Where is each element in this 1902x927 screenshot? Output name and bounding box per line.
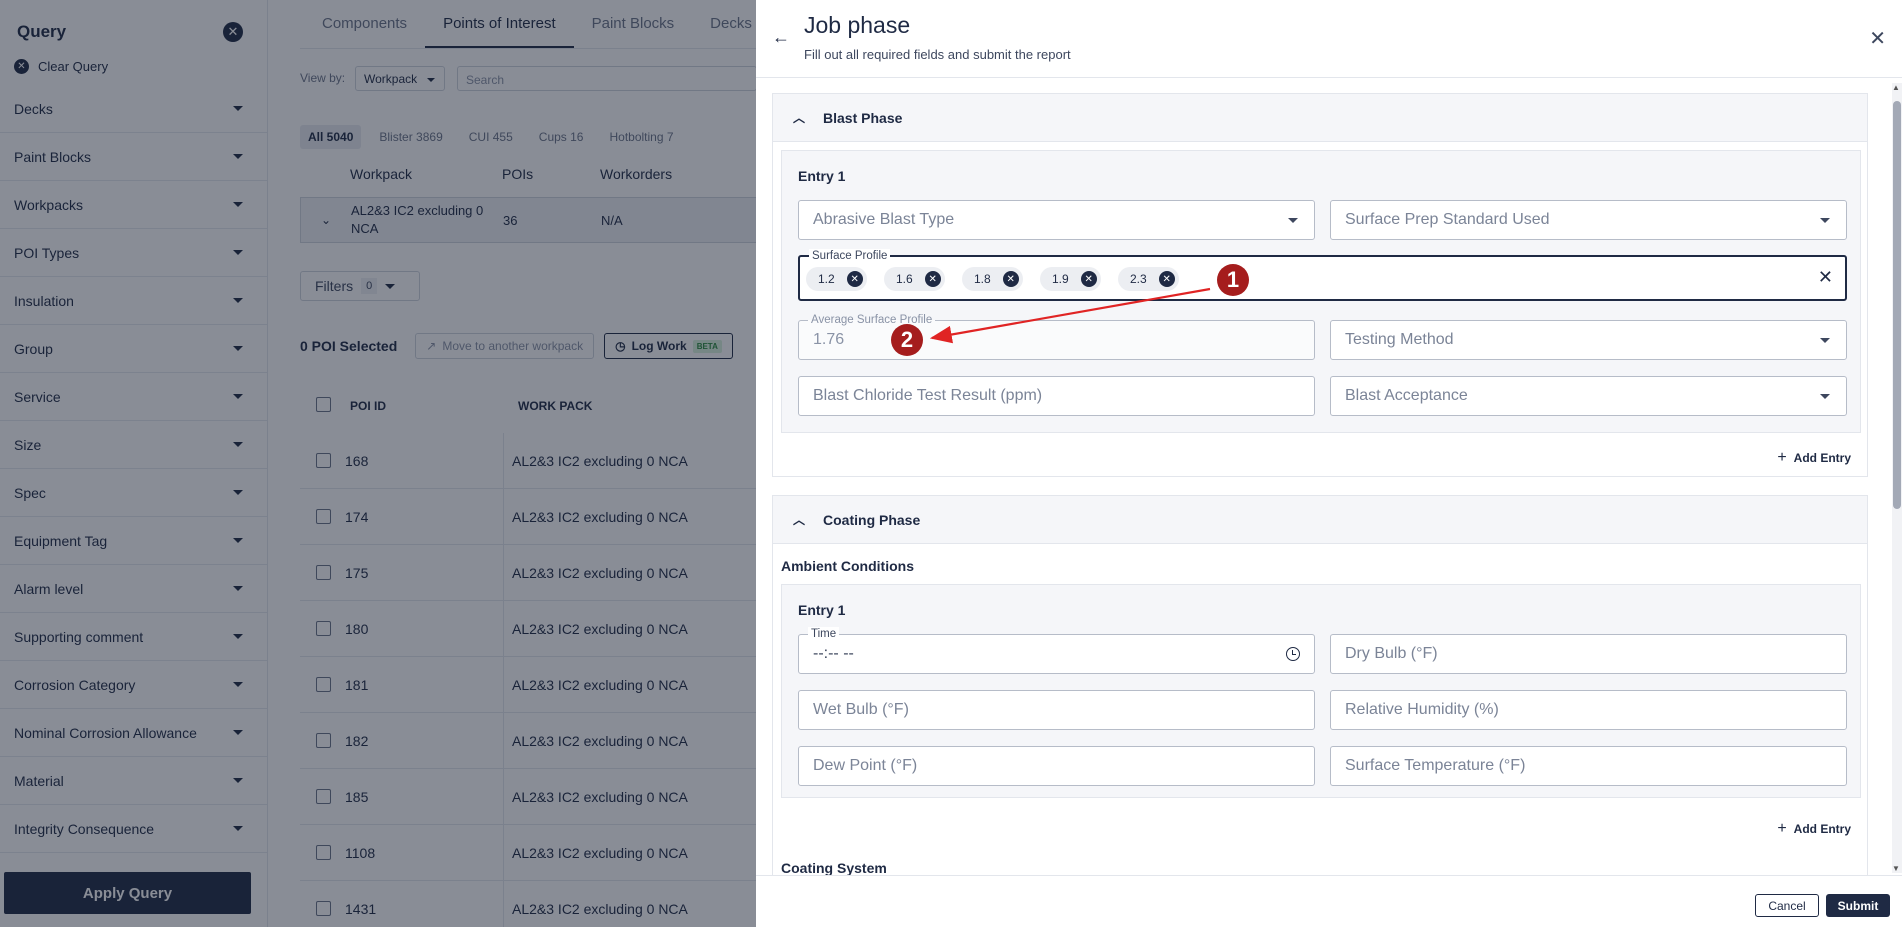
surface-temperature-placeholder: Surface Temperature (°F) bbox=[1345, 757, 1526, 774]
plus-icon: + bbox=[1777, 820, 1787, 837]
surface-profile-tag: 1.2 ✕ bbox=[806, 267, 867, 291]
remove-tag-icon[interactable]: ✕ bbox=[1158, 271, 1175, 287]
surface-profile-tag: 1.9 ✕ bbox=[1040, 267, 1101, 291]
ambient-entry: Entry 1 Time --:-- -- Dry Bulb (°F) Wet … bbox=[781, 584, 1861, 798]
add-entry-label: Add Entry bbox=[1793, 451, 1851, 465]
blast-entry: Entry 1 Abrasive Blast Type Surface Prep… bbox=[781, 150, 1861, 433]
caret-down-icon bbox=[1820, 338, 1830, 343]
entry-label: Entry 1 bbox=[798, 168, 846, 184]
blast-phase-title: Blast Phase bbox=[823, 109, 903, 126]
average-surface-profile-label: Average Surface Profile bbox=[808, 313, 936, 327]
time-label: Time bbox=[808, 627, 840, 641]
coating-system-title: Coating System bbox=[781, 860, 887, 875]
blast-chloride-input[interactable]: Blast Chloride Test Result (ppm) bbox=[798, 376, 1315, 416]
average-surface-profile-value: 1.76 bbox=[813, 331, 845, 348]
caret-down-icon bbox=[1820, 218, 1830, 223]
caret-down-icon bbox=[1288, 218, 1298, 223]
chevron-up-icon: ︿ bbox=[793, 111, 806, 125]
drawer-header: ← Job phase Fill out all required fields… bbox=[756, 0, 1902, 78]
blast-acceptance-select[interactable]: Blast Acceptance bbox=[1330, 376, 1847, 416]
remove-tag-icon[interactable]: ✕ bbox=[1002, 271, 1019, 287]
plus-icon: + bbox=[1777, 449, 1787, 466]
tag-value: 2.3 bbox=[1130, 272, 1147, 286]
dry-bulb-input[interactable]: Dry Bulb (°F) bbox=[1330, 634, 1847, 674]
average-surface-profile-field: Average Surface Profile 1.76 bbox=[798, 313, 1315, 360]
scroll-up-icon[interactable]: ▲ bbox=[1892, 83, 1900, 92]
scrollbar-thumb[interactable] bbox=[1893, 101, 1901, 509]
drawer-subtitle: Fill out all required fields and submit … bbox=[804, 47, 1071, 62]
annotation-badge-2: 2 bbox=[891, 324, 923, 356]
scroll-down-icon[interactable]: ▼ bbox=[1892, 864, 1900, 873]
tag-value: 1.6 bbox=[896, 272, 913, 286]
back-arrow-icon[interactable]: ← bbox=[772, 27, 790, 48]
remove-tag-icon[interactable]: ✕ bbox=[924, 271, 941, 287]
surface-prep-standard-select[interactable]: Surface Prep Standard Used bbox=[1330, 200, 1847, 240]
blast-phase-header[interactable]: ︿ Blast Phase bbox=[773, 94, 1867, 142]
entry-label: Entry 1 bbox=[798, 602, 846, 618]
surface-profile-label: Surface Profile bbox=[809, 249, 891, 263]
time-value: --:-- -- bbox=[813, 645, 854, 662]
drawer-title: Job phase bbox=[804, 12, 911, 38]
coating-phase-section: ︿ Coating Phase Ambient Conditions Entry… bbox=[772, 495, 1868, 875]
abrasive-placeholder: Abrasive Blast Type bbox=[813, 211, 955, 228]
dew-point-placeholder: Dew Point (°F) bbox=[813, 757, 918, 774]
coating-phase-header[interactable]: ︿ Coating Phase bbox=[773, 496, 1867, 544]
tag-value: 1.8 bbox=[974, 272, 991, 286]
drawer-body: ︿ Blast Phase Entry 1 Abrasive Blast Typ… bbox=[756, 79, 1902, 875]
job-phase-drawer: ← Job phase Fill out all required fields… bbox=[756, 0, 1902, 927]
surface-profile-tag: 1.8 ✕ bbox=[962, 267, 1023, 291]
add-ambient-entry-button[interactable]: + Add Entry bbox=[1777, 820, 1851, 838]
tag-value: 1.2 bbox=[818, 272, 835, 286]
drawer-scrollbar[interactable]: ▲ ▼ bbox=[1892, 83, 1902, 873]
modal-backdrop[interactable] bbox=[0, 0, 756, 927]
surface-profile-tag: 2.3 ✕ bbox=[1118, 267, 1179, 291]
clear-all-icon[interactable]: ✕ bbox=[1818, 267, 1833, 288]
surface-profile-input[interactable]: Surface Profile 1.2 ✕ 1.6 ✕ 1.8 ✕ 1.9 ✕ 2.3 ✕… bbox=[798, 249, 1847, 301]
blast-acceptance-placeholder: Blast Acceptance bbox=[1345, 387, 1468, 404]
coating-phase-title: Coating Phase bbox=[823, 511, 921, 528]
dew-point-input[interactable]: Dew Point (°F) bbox=[798, 746, 1315, 786]
annotation-badge-1: 1 bbox=[1217, 264, 1249, 296]
clock-icon[interactable] bbox=[1286, 647, 1300, 661]
dry-bulb-placeholder: Dry Bulb (°F) bbox=[1345, 645, 1438, 662]
cancel-button[interactable]: Cancel bbox=[1755, 894, 1819, 917]
drawer-footer: Cancel Submit bbox=[756, 875, 1902, 927]
time-input[interactable]: Time --:-- -- bbox=[798, 627, 1315, 674]
add-entry-label: Add Entry bbox=[1793, 822, 1851, 836]
blast-phase-section: ︿ Blast Phase Entry 1 Abrasive Blast Typ… bbox=[772, 93, 1868, 477]
abrasive-blast-type-select[interactable]: Abrasive Blast Type bbox=[798, 200, 1315, 240]
submit-button[interactable]: Submit bbox=[1826, 894, 1890, 917]
close-icon[interactable]: ✕ bbox=[1869, 26, 1886, 51]
wet-bulb-placeholder: Wet Bulb (°F) bbox=[813, 701, 909, 718]
surface-temperature-input[interactable]: Surface Temperature (°F) bbox=[1330, 746, 1847, 786]
testing-method-select[interactable]: Testing Method bbox=[1330, 320, 1847, 360]
tag-value: 1.9 bbox=[1052, 272, 1069, 286]
remove-tag-icon[interactable]: ✕ bbox=[1080, 271, 1097, 287]
ambient-conditions-title: Ambient Conditions bbox=[781, 558, 914, 574]
chevron-up-icon: ︿ bbox=[793, 513, 806, 527]
relative-humidity-input[interactable]: Relative Humidity (%) bbox=[1330, 690, 1847, 730]
relative-humidity-placeholder: Relative Humidity (%) bbox=[1345, 701, 1499, 718]
surface-profile-tag: 1.6 ✕ bbox=[884, 267, 945, 291]
surface-prep-placeholder: Surface Prep Standard Used bbox=[1345, 211, 1550, 228]
remove-tag-icon[interactable]: ✕ bbox=[846, 271, 863, 287]
blast-chloride-placeholder: Blast Chloride Test Result (ppm) bbox=[813, 387, 1043, 404]
wet-bulb-input[interactable]: Wet Bulb (°F) bbox=[798, 690, 1315, 730]
testing-method-placeholder: Testing Method bbox=[1345, 331, 1454, 348]
caret-down-icon bbox=[1820, 394, 1830, 399]
add-blast-entry-button[interactable]: + Add Entry bbox=[1777, 449, 1851, 467]
